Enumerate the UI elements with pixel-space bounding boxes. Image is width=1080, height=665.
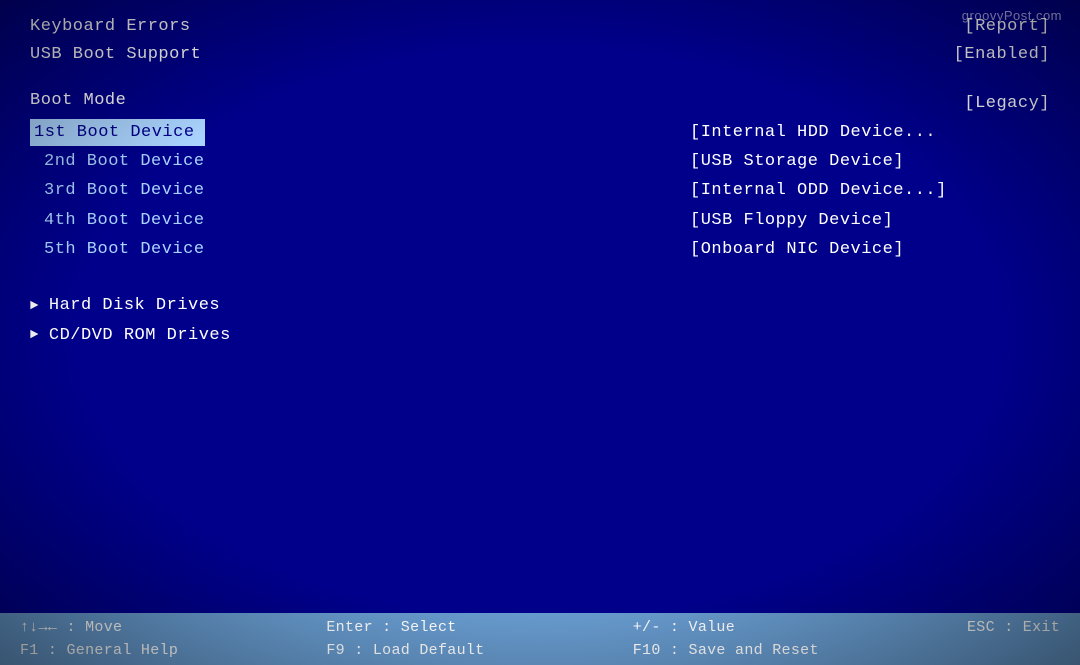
boot-device-4th[interactable]: 4th Boot Device [30,207,205,234]
bar-group-esc: ESC : Exit [967,616,1060,639]
bar-value-line1: +/- : Value [633,616,735,639]
arrow-icon-hdd: ► [30,294,39,319]
boot-devices-right: [Internal HDD Device... [USB Storage Dev… [690,119,1050,263]
submenu-section: ► Hard Disk Drives ► CD/DVD ROM Drives [30,291,1050,351]
boot-value-5th: [Onboard NIC Device] [690,236,1050,263]
arrow-icon-dvd: ► [30,323,39,348]
submenu-hdd-label: Hard Disk Drives [49,291,220,321]
bar-group-move: ↑↓→← : Move F1 : General Help [20,616,178,663]
boot-value-1st: [Internal HDD Device... [690,119,1050,146]
bottom-bar-inner: ↑↓→← : Move F1 : General Help Enter : Se… [20,616,1060,663]
boot-mode-row: Boot Mode [Legacy] [30,91,1050,117]
boot-device-2nd[interactable]: 2nd Boot Device [30,148,205,175]
boot-mode-label: Boot Mode [30,91,126,110]
bar-group-select: Enter : Select F9 : Load Default [326,616,484,663]
usb-boot-row: USB Boot Support [Enabled] [30,42,1050,68]
boot-device-3rd[interactable]: 3rd Boot Device [30,177,205,204]
boot-mode-value: [Legacy] [690,91,1050,117]
boot-device-1st[interactable]: 1st Boot Device [30,119,205,146]
keyboard-errors-label: Keyboard Errors [30,14,191,40]
bios-screen: groovyPost.com Keyboard Errors [Report] … [0,0,1080,665]
bar-value-line2: F10 : Save and Reset [633,639,819,662]
usb-boot-label: USB Boot Support [30,42,201,68]
bar-esc-line1: ESC : Exit [967,616,1060,639]
bar-move-line2: F1 : General Help [20,639,178,662]
watermark-label: groovyPost.com [962,8,1062,23]
keyboard-errors-row: Keyboard Errors [Report] [30,14,1050,40]
bar-group-value: +/- : Value F10 : Save and Reset [633,616,819,663]
submenu-dvd-label: CD/DVD ROM Drives [49,321,231,351]
boot-value-3rd: [Internal ODD Device...] [690,177,1050,204]
submenu-hdd[interactable]: ► Hard Disk Drives [30,291,1050,321]
boot-device-5th[interactable]: 5th Boot Device [30,236,205,263]
boot-devices-grid: 1st Boot Device 2nd Boot Device 3rd Boot… [30,119,1050,263]
submenu-dvd[interactable]: ► CD/DVD ROM Drives [30,321,1050,351]
bar-move-line1: ↑↓→← : Move [20,616,122,639]
boot-section: Boot Mode [Legacy] 1st Boot Device 2nd B… [30,91,1050,263]
boot-devices-left: 1st Boot Device 2nd Boot Device 3rd Boot… [30,119,205,263]
top-section: Keyboard Errors [Report] USB Boot Suppor… [30,14,1050,69]
main-content: Keyboard Errors [Report] USB Boot Suppor… [0,0,1080,617]
usb-boot-value: [Enabled] [690,42,1050,68]
bottom-bar: ↑↓→← : Move F1 : General Help Enter : Se… [0,613,1080,665]
bar-select-line2: F9 : Load Default [326,639,484,662]
bar-select-line1: Enter : Select [326,616,456,639]
boot-value-4th: [USB Floppy Device] [690,207,1050,234]
boot-value-2nd: [USB Storage Device] [690,148,1050,175]
